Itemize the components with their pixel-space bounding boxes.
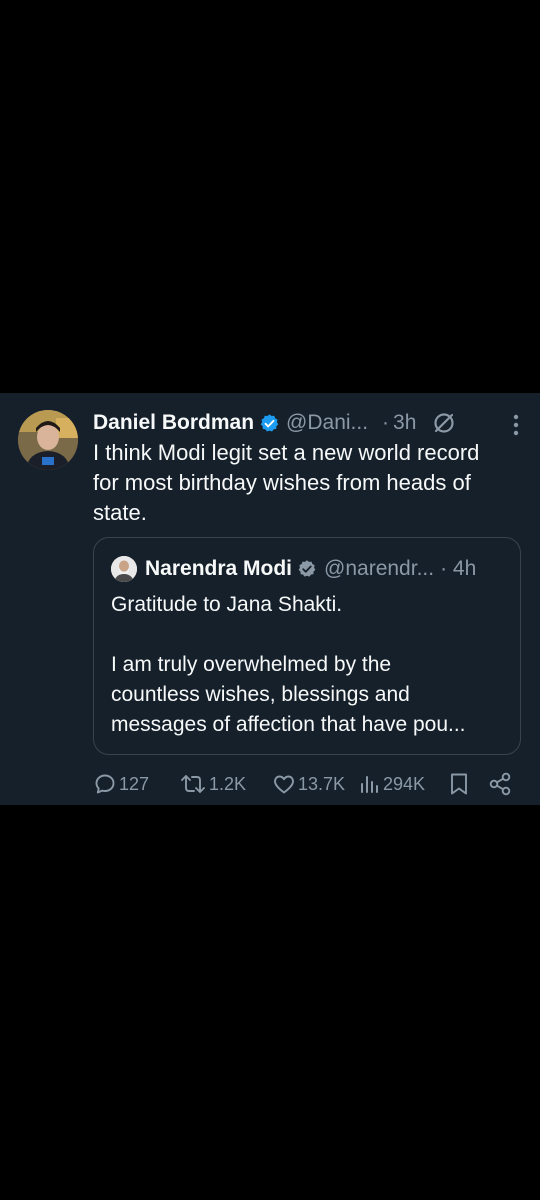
retweet-button[interactable]: 1.2K bbox=[179, 769, 246, 799]
bookmark-icon bbox=[451, 773, 467, 795]
quoted-author-name[interactable]: Narendra Modi bbox=[145, 557, 292, 581]
like-button[interactable]: 13.7K bbox=[272, 769, 345, 799]
reply-icon bbox=[95, 774, 115, 794]
share-button[interactable] bbox=[487, 769, 513, 799]
tweet-timestamp[interactable]: 3h bbox=[393, 411, 416, 435]
views-button[interactable]: 294K bbox=[359, 769, 425, 799]
author-handle[interactable]: @Dani... bbox=[286, 411, 368, 435]
quoted-tweet-text: Gratitude to Jana Shakti. I am truly ove… bbox=[111, 593, 466, 736]
tweet-actions-bar: 127 1.2K 13.7K 294K bbox=[93, 769, 515, 799]
bookmark-button[interactable] bbox=[447, 769, 471, 799]
author-avatar[interactable] bbox=[18, 410, 78, 470]
like-count: 13.7K bbox=[298, 773, 346, 794]
verified-badge-icon bbox=[260, 413, 279, 431]
retweet-count: 1.2K bbox=[209, 773, 247, 794]
analytics-icon bbox=[361, 776, 378, 793]
tweet-card[interactable]: Daniel Bordman @Dani... · 3h I think Mod… bbox=[0, 393, 540, 805]
tweet-text: I think Modi legit set a new world recor… bbox=[93, 440, 480, 525]
separator-dot: · bbox=[382, 411, 390, 434]
quoted-author-avatar[interactable] bbox=[111, 556, 137, 582]
share-icon bbox=[489, 772, 511, 796]
author-name[interactable]: Daniel Bordman bbox=[93, 411, 254, 435]
quoted-author-handle[interactable]: @narendr... bbox=[324, 557, 434, 581]
quoted-tweet[interactable]: Narendra Modi @narendr... · 4h Gratitude… bbox=[93, 537, 521, 755]
no-slash-icon[interactable] bbox=[432, 411, 456, 435]
retweet-icon bbox=[181, 775, 205, 793]
more-vertical-icon[interactable] bbox=[512, 413, 520, 437]
reply-button[interactable]: 127 bbox=[93, 769, 149, 799]
reply-count: 127 bbox=[119, 773, 150, 794]
screen: Daniel Bordman @Dani... · 3h I think Mod… bbox=[0, 0, 540, 1200]
verified-badge-icon bbox=[298, 560, 316, 577]
quoted-tweet-header: Narendra Modi @narendr... · 4h bbox=[111, 554, 504, 584]
views-count: 294K bbox=[383, 773, 426, 794]
quoted-timestamp[interactable]: · 4h bbox=[440, 557, 476, 581]
tweet-header: Daniel Bordman @Dani... · 3h bbox=[93, 407, 522, 439]
heart-icon bbox=[274, 775, 294, 794]
